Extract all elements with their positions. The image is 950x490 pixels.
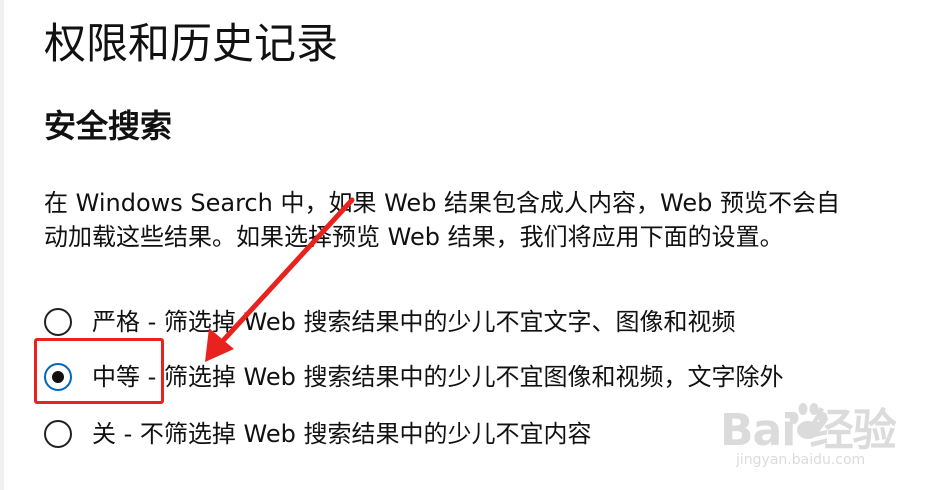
- left-divider: [0, 0, 4, 490]
- paw-icon: [789, 403, 828, 439]
- radio-button-off[interactable]: [44, 420, 72, 448]
- page-title: 权限和历史记录: [44, 19, 339, 68]
- settings-page: 权限和历史记录 安全搜索 在 Windows Search 中，如果 Web 结…: [0, 0, 950, 490]
- radio-button-strict[interactable]: [44, 308, 72, 336]
- radio-option-moderate[interactable]: 中等 - 筛选掉 Web 搜索结果中的少儿不宜图像和视频，文字除外: [44, 355, 784, 399]
- radio-button-moderate[interactable]: [44, 363, 72, 391]
- radio-option-off[interactable]: 关 - 不筛选掉 Web 搜索结果中的少儿不宜内容: [44, 412, 592, 456]
- radio-label-strict: 严格 - 筛选掉 Web 搜索结果中的少儿不宜文字、图像和视频: [92, 308, 736, 336]
- safe-search-description: 在 Windows Search 中，如果 Web 结果包含成人内容，Web 预…: [44, 186, 844, 254]
- radio-selected-dot: [52, 371, 64, 383]
- radio-option-strict[interactable]: 严格 - 筛选掉 Web 搜索结果中的少儿不宜文字、图像和视频: [44, 300, 736, 344]
- watermark-brand: Bai 经验: [720, 405, 897, 456]
- section-title-safe-search: 安全搜索: [44, 107, 173, 145]
- baidu-jingyan-watermark: Bai 经验 jingyan.baidu.com: [720, 390, 930, 480]
- watermark-url: jingyan.baidu.com: [736, 452, 866, 468]
- radio-label-off: 关 - 不筛选掉 Web 搜索结果中的少儿不宜内容: [92, 420, 592, 448]
- description-line: 在 Windows Search 中，如果 Web 结果包含成人内容，Web 预…: [44, 189, 841, 217]
- description-line: 动加载这些结果。如果选择预览 Web 结果，我们将应用下面的设置。: [44, 223, 784, 251]
- radio-label-moderate: 中等 - 筛选掉 Web 搜索结果中的少儿不宜图像和视频，文字除外: [92, 363, 784, 391]
